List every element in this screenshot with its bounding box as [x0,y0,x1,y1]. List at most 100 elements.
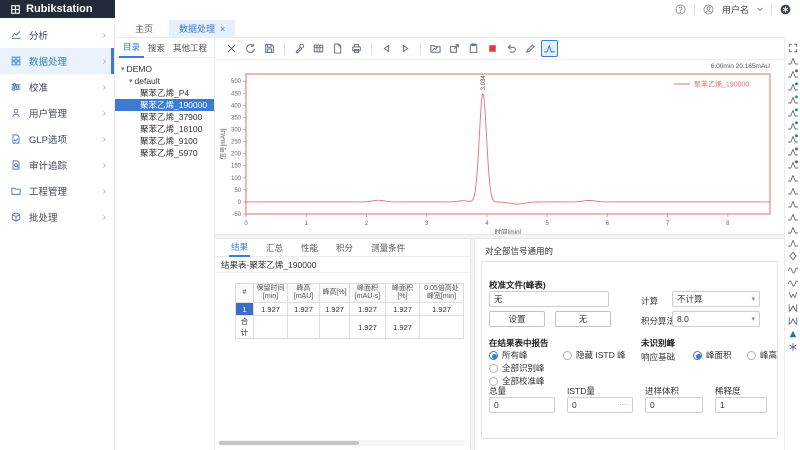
radio-all-identified-peaks[interactable]: 全部识别峰 [489,362,545,374]
results-column-header[interactable]: 峰高[mAU] [288,284,320,303]
results-column-header[interactable]: 0.05倍高处峰宽[min] [420,284,464,303]
tree-item-0[interactable]: 聚苯乙烯_P4 [115,87,214,99]
radio-all-peaks[interactable]: 所有峰 [489,349,528,361]
peak-drop-icon[interactable] [786,210,800,223]
user-avatar-icon[interactable] [702,3,715,16]
baseline-wave-icon[interactable] [786,262,800,275]
sidebar-item-data-processing[interactable]: 数据处理› [0,48,114,74]
undo-icon[interactable] [503,40,520,57]
username-label[interactable]: 用户名 [722,3,749,16]
force-peak-icon[interactable] [786,327,800,340]
close-icon[interactable] [223,40,240,57]
peak-base-icon[interactable] [786,223,800,236]
report-doc-icon[interactable] [329,40,346,57]
stop-icon[interactable] [484,40,501,57]
sidebar-item-analysis[interactable]: 分析› [0,22,114,48]
tab-data-processing[interactable]: 数据处理× [169,20,235,37]
peak-accept-icon[interactable] [786,106,800,119]
result-tab-results[interactable]: 结果 [229,239,250,257]
radio-dot-icon[interactable] [563,351,572,360]
peak-skim-icon[interactable] [786,171,800,184]
results-column-header[interactable]: 峰面积[mAU·s] [350,284,386,303]
none-button[interactable]: 无 [555,311,611,327]
tree-item-2[interactable]: 聚苯乙烯_37900 [115,111,214,123]
integration-events-icon[interactable] [541,40,558,57]
result-tab-performance[interactable]: 性能 [299,240,320,256]
sidebar-item-calibration[interactable]: 校准› [0,74,114,100]
dilution-field[interactable] [715,397,767,413]
tools-icon[interactable] [291,40,308,57]
peak-start-icon[interactable] [786,67,800,80]
sidebar-item-batch-processing[interactable]: 批处理› [0,204,114,230]
peak-move-left-icon[interactable] [786,119,800,132]
tree-item-4[interactable]: 聚苯乙烯_9100 [115,135,214,147]
clipboard-icon[interactable] [465,40,482,57]
caret-down-icon[interactable]: ▾ [129,77,133,85]
open-folder-icon[interactable] [427,40,444,57]
annotate-pen-icon[interactable] [522,40,539,57]
peak-add-icon[interactable] [786,93,800,106]
tree-tab-directory[interactable]: 目录 [119,38,144,58]
settings-gear-icon[interactable] [779,3,792,16]
sidebar-item-glp-options[interactable]: GLP选项› [0,126,114,152]
radio-hide-istd-peaks[interactable]: 隐藏 ISTD 峰 [563,349,626,361]
tree-item-5[interactable]: 聚苯乙烯_5970 [115,147,214,159]
radio-dot-icon[interactable] [693,351,702,360]
save-icon[interactable] [261,40,278,57]
smooth-wave-icon[interactable] [786,275,800,288]
baseline-point-icon[interactable] [786,249,800,262]
peak-end-icon[interactable] [786,80,800,93]
more-options-icon[interactable]: ··· [619,400,627,409]
sidebar-item-user-management[interactable]: 用户管理› [0,100,114,126]
table-view-icon[interactable] [310,40,327,57]
peak-valley-icon[interactable] [786,197,800,210]
algorithm-select[interactable]: 8.0▾ [672,311,760,327]
close-tab-icon[interactable]: × [220,24,225,34]
set-button[interactable]: 设置 [489,311,545,327]
help-icon[interactable] [674,3,687,16]
tree-node-folder[interactable]: ▾default [115,75,214,87]
radio-dot-icon[interactable] [489,364,498,373]
result-tab-measure-conditions[interactable]: 测量条件 [369,240,407,256]
zoom-fit-icon[interactable] [786,41,800,54]
tree-tab-other-projects[interactable]: 其他工程 [169,39,211,57]
radio-dot-icon[interactable] [489,351,498,360]
radio-peak-height[interactable]: 峰高 [747,349,777,361]
peak-split-icon[interactable] [786,145,800,158]
sidebar-item-project-management[interactable]: 工程管理› [0,178,114,204]
scrollbar-thumb[interactable] [219,441,359,445]
chevron-down-icon[interactable] [756,5,764,13]
region-peaks-icon[interactable] [786,314,800,327]
tree-item-1[interactable]: 聚苯乙烯_190000 [115,99,214,111]
table-row[interactable]: 11.9271.9271.9271.9271.9271.927 [236,303,464,316]
peak-shoulder-icon[interactable] [786,236,800,249]
radio-dot-icon[interactable] [747,351,756,360]
results-column-header[interactable]: 峰面积[%] [386,284,420,303]
tree-item-3[interactable]: 聚苯乙烯_18100 [115,123,214,135]
window-region-icon[interactable] [786,301,800,314]
table-row[interactable]: 合计1.9271.927 [236,316,464,339]
peak-tool-icon[interactable] [786,54,800,67]
result-tab-integration[interactable]: 积分 [334,240,355,256]
export-icon[interactable] [446,40,463,57]
revert-icon[interactable] [242,40,259,57]
injection-volume-field[interactable] [645,397,703,413]
calc-select[interactable]: 不计算▾ [672,291,760,307]
result-tab-summary[interactable]: 汇总 [264,240,285,256]
valley-vee-icon[interactable] [786,288,800,301]
peak-delete-icon[interactable] [786,158,800,171]
manual-event-icon[interactable] [786,340,800,353]
peak-move-right-icon[interactable] [786,132,800,145]
caret-down-icon[interactable]: ▾ [121,65,125,73]
sidebar-item-audit-trail[interactable]: 审计追踪› [0,152,114,178]
next-icon[interactable] [397,40,414,57]
tree-tab-search[interactable]: 搜索 [144,39,169,57]
calibration-file-input[interactable] [489,291,609,307]
radio-peak-area[interactable]: 峰面积 [693,349,732,361]
results-column-header[interactable]: # [236,284,254,303]
tree-node-root[interactable]: ▾DEMO [115,63,214,75]
tab-home[interactable]: 主页 [125,20,163,37]
results-column-header[interactable]: 保留时间[min] [254,284,288,303]
previous-icon[interactable] [378,40,395,57]
results-column-header[interactable]: 峰高[%] [320,284,350,303]
